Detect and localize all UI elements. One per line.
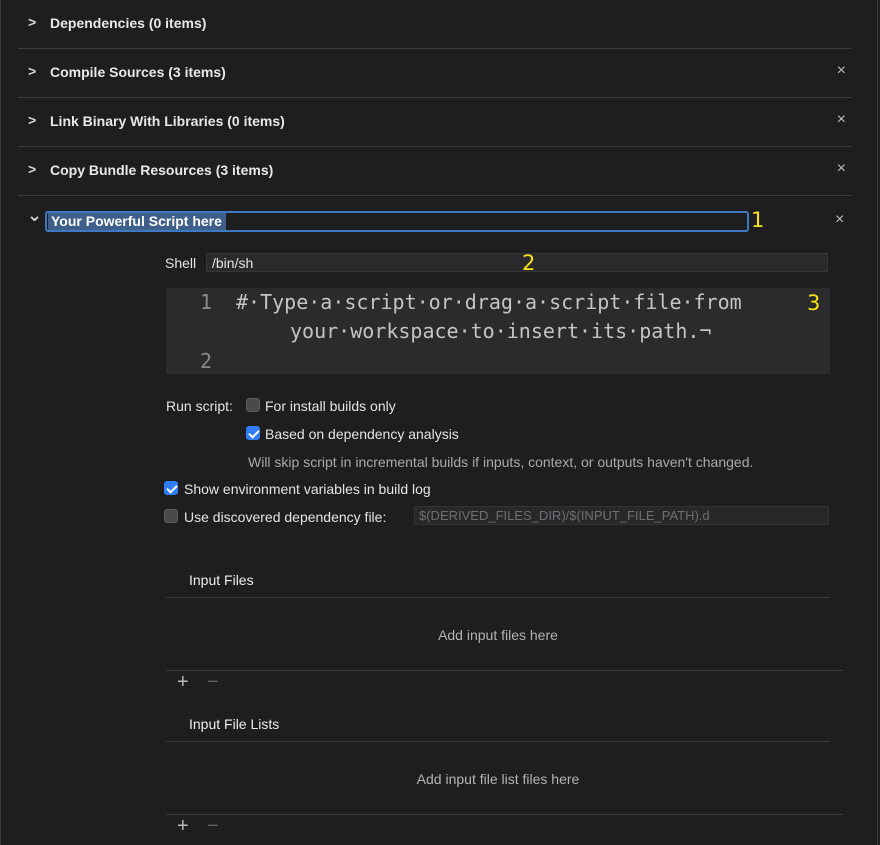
- line-number: 2: [199, 349, 212, 373]
- left-border: [0, 0, 1, 845]
- dependency-analysis-label: Based on dependency analysis: [265, 426, 459, 442]
- code-line: #·Type·a·script·or·drag·a·script·file·fr…: [236, 290, 742, 314]
- close-icon[interactable]: ×: [837, 62, 846, 80]
- close-icon[interactable]: ×: [837, 160, 846, 178]
- dependency-hint: Will skip script in incremental builds i…: [248, 454, 754, 470]
- close-icon[interactable]: ×: [837, 111, 846, 129]
- show-env-checkbox[interactable]: [164, 481, 178, 495]
- add-input-file-button[interactable]: +: [177, 672, 189, 692]
- code-line-wrapped: your·workspace·to·insert·its·path.¬: [290, 319, 712, 343]
- run-script-label: Run script:: [166, 398, 233, 414]
- chevron-right-icon[interactable]: >: [28, 112, 40, 128]
- discovered-dep-checkbox[interactable]: [164, 509, 178, 523]
- show-env-label: Show environment variables in build log: [184, 481, 431, 497]
- chevron-right-icon[interactable]: >: [28, 14, 40, 30]
- annotation-marker-1: 1: [751, 208, 765, 232]
- chevron-right-icon[interactable]: >: [28, 63, 40, 79]
- chevron-right-icon[interactable]: >: [28, 161, 40, 177]
- input-file-lists-title: Input File Lists: [189, 716, 280, 732]
- annotation-marker-2: 2: [522, 251, 536, 275]
- script-phase-title-text: Your Powerful Script here: [48, 213, 226, 230]
- phase-compile-sources[interactable]: > Compile Sources (3 items) ×: [18, 49, 852, 98]
- phase-copy-bundle-resources[interactable]: > Copy Bundle Resources (3 items) ×: [18, 147, 852, 196]
- divider: [166, 670, 843, 671]
- add-input-file-list-button[interactable]: +: [177, 816, 189, 836]
- script-editor[interactable]: 1 #·Type·a·script·or·drag·a·script·file·…: [166, 288, 830, 374]
- divider: [166, 741, 830, 742]
- phase-title: Dependencies (0 items): [50, 15, 207, 31]
- for-install-checkbox[interactable]: [246, 398, 260, 412]
- shell-input[interactable]: /bin/sh: [206, 253, 828, 272]
- remove-input-file-list-button[interactable]: −: [207, 816, 219, 836]
- divider: [166, 597, 830, 598]
- close-icon[interactable]: ×: [835, 211, 844, 229]
- shell-label: Shell: [165, 255, 197, 271]
- right-border: [877, 0, 878, 845]
- input-file-lists-placeholder: Add input file list files here: [416, 771, 580, 787]
- line-number: 1: [199, 290, 212, 314]
- phase-dependencies[interactable]: > Dependencies (0 items): [18, 0, 852, 49]
- phase-title: Link Binary With Libraries (0 items): [50, 113, 285, 129]
- phase-title: Copy Bundle Resources (3 items): [50, 162, 274, 178]
- phase-title: Compile Sources (3 items): [50, 64, 226, 80]
- input-files-title: Input Files: [189, 572, 254, 588]
- for-install-label: For install builds only: [265, 398, 396, 414]
- discovered-dep-label: Use discovered dependency file:: [184, 509, 387, 525]
- chevron-down-icon[interactable]: ⌄: [27, 205, 42, 226]
- remove-input-file-button[interactable]: −: [207, 672, 219, 692]
- annotation-marker-3: 3: [807, 291, 821, 315]
- phase-link-binary[interactable]: > Link Binary With Libraries (0 items) ×: [18, 98, 852, 147]
- dependency-analysis-checkbox[interactable]: [246, 426, 260, 440]
- script-phase-title-input[interactable]: Your Powerful Script here: [45, 211, 749, 232]
- divider: [166, 814, 843, 815]
- input-files-placeholder: Add input files here: [438, 627, 558, 643]
- discovered-dep-input[interactable]: $(DERIVED_FILES_DIR)/$(INPUT_FILE_PATH).…: [414, 506, 829, 525]
